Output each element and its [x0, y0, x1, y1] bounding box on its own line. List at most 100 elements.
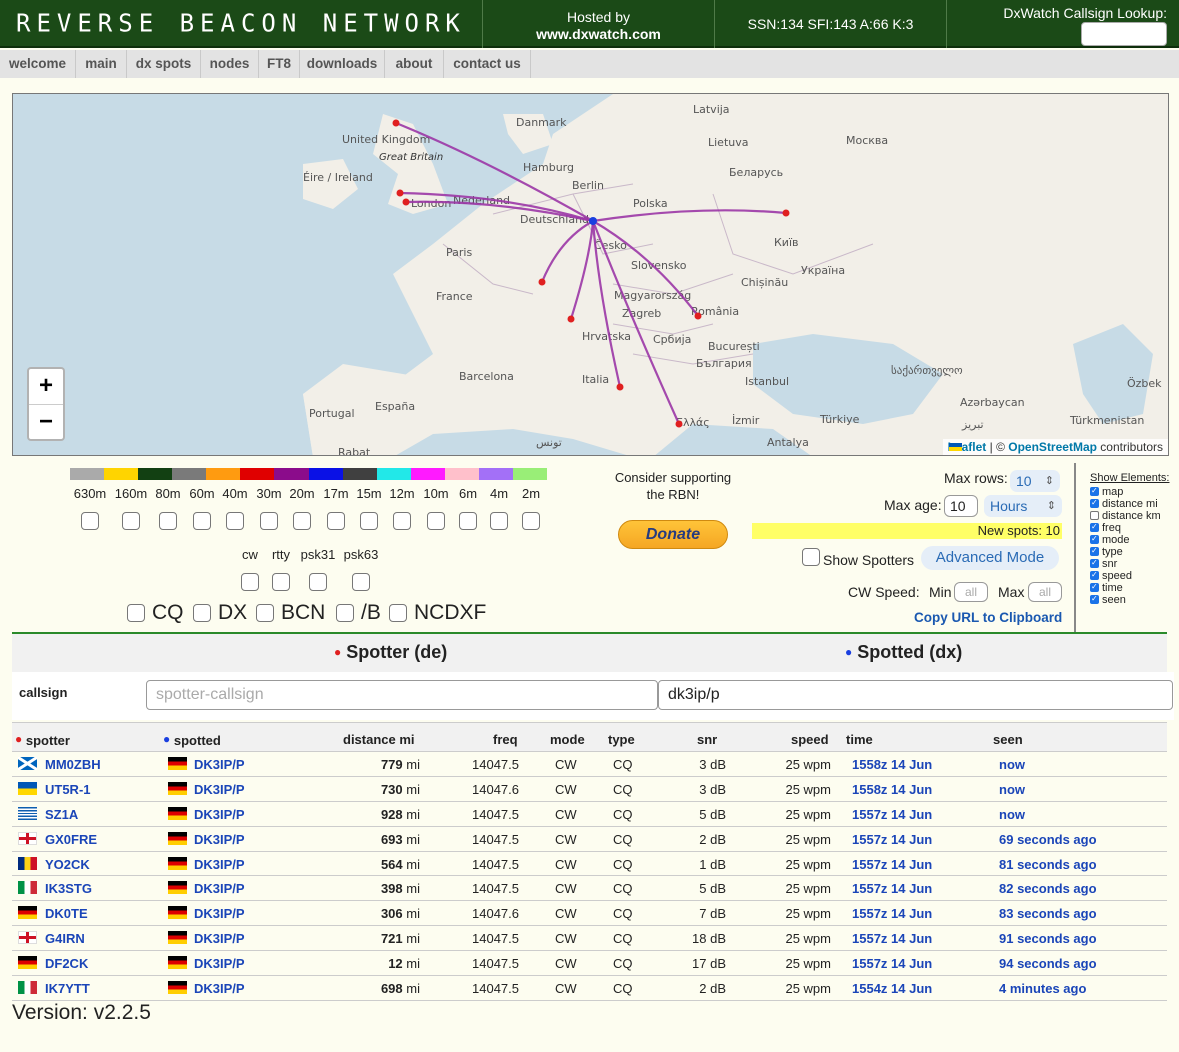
band-checkbox-12m[interactable]: [393, 512, 411, 530]
time-cell[interactable]: 1557z 14 Jun: [852, 807, 932, 822]
time-cell[interactable]: 1558z 14 Jun: [852, 757, 932, 772]
band-checkbox-10m[interactable]: [427, 512, 445, 530]
band-checkbox-20m[interactable]: [293, 512, 311, 530]
band-checkbox-60m[interactable]: [193, 512, 211, 530]
show-element-checkbox[interactable]: [1090, 497, 1099, 509]
show-element-option[interactable]: seen: [1090, 593, 1174, 606]
show-element-checkbox[interactable]: [1090, 521, 1099, 533]
spotted-callsign-input[interactable]: dk3ip/p: [658, 680, 1173, 710]
spotter-marker[interactable]: [402, 198, 410, 206]
show-element-option[interactable]: map: [1090, 485, 1174, 498]
nav-tab-downloads[interactable]: downloads: [300, 50, 385, 78]
zoom-in-button[interactable]: +: [29, 369, 63, 404]
time-cell[interactable]: 1554z 14 Jun: [852, 981, 932, 996]
spotted-callsign-link[interactable]: DK3IP/P: [194, 782, 245, 797]
show-element-checkbox[interactable]: [1090, 581, 1099, 593]
table-row[interactable]: UT5R-1 DK3IP/P 730 mi 14047.6 CW CQ 3 dB 25 wpm…: [12, 777, 1167, 802]
spotter-callsign-link[interactable]: DF2CK: [45, 956, 88, 971]
spotted-callsign-link[interactable]: DK3IP/P: [194, 906, 245, 921]
nav-tab-dx-spots[interactable]: dx spots: [127, 50, 201, 78]
nav-tab-ft8[interactable]: FT8: [259, 50, 300, 78]
table-row[interactable]: DF2CK DK3IP/P 12 mi 14047.5 CW CQ 17 dB 25 wpm 1…: [12, 951, 1167, 977]
snr-column-header[interactable]: snr: [697, 732, 717, 747]
spotter-marker[interactable]: [396, 189, 404, 197]
spotter-callsign-link[interactable]: IK7YTT: [45, 981, 90, 996]
time-cell[interactable]: 1557z 14 Jun: [852, 906, 932, 921]
show-element-checkbox[interactable]: [1090, 485, 1099, 497]
spotter-callsign-link[interactable]: SZ1A: [45, 807, 78, 822]
spotter-callsign-input[interactable]: spotter-callsign: [146, 680, 658, 710]
time-column-header[interactable]: time: [846, 732, 873, 747]
spotted-callsign-link[interactable]: DK3IP/P: [194, 757, 245, 772]
spotter-marker[interactable]: [616, 383, 624, 391]
spotter-marker[interactable]: [694, 312, 702, 320]
spotted-callsign-link[interactable]: DK3IP/P: [194, 832, 245, 847]
band-checkbox-160m[interactable]: [122, 512, 140, 530]
show-element-checkbox[interactable]: [1090, 533, 1099, 545]
table-row[interactable]: GX0FRE DK3IP/P 693 mi 14047.5 CW CQ 2 dB 25 wpm…: [12, 827, 1167, 852]
time-cell[interactable]: 1557z 14 Jun: [852, 956, 932, 971]
freq-column-header[interactable]: freq: [493, 732, 518, 747]
filter-checkbox-bcn[interactable]: [256, 604, 274, 622]
time-cell[interactable]: 1557z 14 Jun: [852, 931, 932, 946]
callsign-lookup-input[interactable]: [1081, 22, 1167, 46]
show-element-checkbox[interactable]: [1090, 557, 1099, 569]
show-element-checkbox[interactable]: [1090, 545, 1099, 557]
table-row[interactable]: G4IRN DK3IP/P 721 mi 14047.5 CW CQ 18 dB 25 wpm…: [12, 926, 1167, 952]
time-cell[interactable]: 1558z 14 Jun: [852, 782, 932, 797]
seen-column-header[interactable]: seen: [993, 732, 1023, 747]
type-column-header[interactable]: type: [608, 732, 635, 747]
table-row[interactable]: IK3STG DK3IP/P 398 mi 14047.5 CW CQ 5 dB 25 wpm…: [12, 876, 1167, 902]
spotter-callsign-link[interactable]: UT5R-1: [45, 782, 91, 797]
show-element-option[interactable]: distance km: [1090, 510, 1174, 522]
advanced-mode-button[interactable]: Advanced Mode: [921, 546, 1059, 570]
spotted-callsign-link[interactable]: DK3IP/P: [194, 956, 245, 971]
time-cell[interactable]: 1557z 14 Jun: [852, 857, 932, 872]
nav-tab-nodes[interactable]: nodes: [201, 50, 259, 78]
spotter-column-header[interactable]: ● spotter: [15, 732, 70, 748]
band-checkbox-40m[interactable]: [226, 512, 244, 530]
spotted-callsign-link[interactable]: DK3IP/P: [194, 881, 245, 896]
max-age-unit-select[interactable]: Hours ⇕: [984, 495, 1062, 517]
mode-checkbox-psk31[interactable]: [309, 573, 327, 591]
table-row[interactable]: DK0TE DK3IP/P 306 mi 14047.6 CW CQ 7 dB 25 wpm 1…: [12, 901, 1167, 927]
band-checkbox-15m[interactable]: [360, 512, 378, 530]
time-cell[interactable]: 1557z 14 Jun: [852, 832, 932, 847]
table-row[interactable]: SZ1A DK3IP/P 928 mi 14047.5 CW CQ 5 dB 25 wpm 15…: [12, 802, 1167, 827]
max-rows-select[interactable]: 10 ⇕: [1010, 470, 1060, 492]
spotted-callsign-link[interactable]: DK3IP/P: [194, 981, 245, 996]
spotted-callsign-link[interactable]: DK3IP/P: [194, 857, 245, 872]
filter-checkbox-dx[interactable]: [193, 604, 211, 622]
donate-button[interactable]: Donate: [618, 520, 728, 549]
site-logo[interactable]: REVERSE BEACON NETWORK: [16, 8, 466, 37]
spotted-column-header[interactable]: ● spotted: [163, 732, 221, 748]
band-checkbox-2m[interactable]: [522, 512, 540, 530]
osm-link[interactable]: OpenStreetMap: [1008, 440, 1097, 454]
spotter-callsign-link[interactable]: GX0FRE: [45, 832, 97, 847]
nav-tab-about[interactable]: about: [385, 50, 444, 78]
show-element-option[interactable]: speed: [1090, 569, 1174, 582]
spotter-callsign-link[interactable]: IK3STG: [45, 881, 92, 896]
spotted-callsign-link[interactable]: DK3IP/P: [194, 807, 245, 822]
show-spotters-checkbox[interactable]: [802, 548, 820, 566]
band-checkbox-6m[interactable]: [459, 512, 477, 530]
show-element-option[interactable]: type: [1090, 545, 1174, 558]
spotter-callsign-link[interactable]: G4IRN: [45, 931, 85, 946]
band-checkbox-4m[interactable]: [490, 512, 508, 530]
spotter-marker[interactable]: [567, 315, 575, 323]
band-checkbox-630m[interactable]: [81, 512, 99, 530]
time-cell[interactable]: 1557z 14 Jun: [852, 881, 932, 896]
spotter-marker[interactable]: [392, 119, 400, 127]
show-element-option[interactable]: mode: [1090, 533, 1174, 546]
nav-tab-welcome[interactable]: welcome: [0, 50, 76, 78]
copy-url-link[interactable]: Copy URL to Clipboard: [914, 610, 1062, 625]
spotted-station-marker[interactable]: [589, 217, 597, 225]
filter-checkbox-ncdxf[interactable]: [389, 604, 407, 622]
max-age-input[interactable]: 10: [944, 495, 978, 517]
spotted-callsign-link[interactable]: DK3IP/P: [194, 931, 245, 946]
mode-column-header[interactable]: mode: [550, 732, 585, 747]
spotter-callsign-link[interactable]: MM0ZBH: [45, 757, 101, 772]
speed-column-header[interactable]: speed: [791, 732, 829, 747]
cw-speed-min-input[interactable]: all: [954, 582, 988, 602]
filter-checkbox-b[interactable]: [336, 604, 354, 622]
